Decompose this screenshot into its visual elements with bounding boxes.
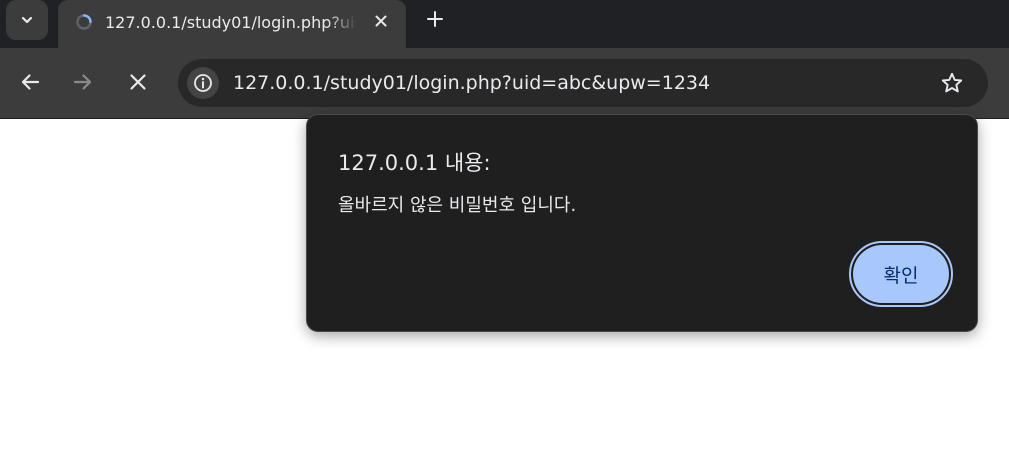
bookmark-button[interactable] bbox=[936, 67, 968, 99]
ok-button-label: 확인 bbox=[853, 245, 949, 303]
dialog-message: 올바르지 않은 비밀번호 입니다. bbox=[338, 195, 577, 216]
tab-close-button[interactable] bbox=[368, 8, 394, 34]
ok-button[interactable]: 확인 bbox=[849, 241, 953, 307]
stop-loading-button[interactable] bbox=[121, 65, 155, 99]
close-icon bbox=[375, 15, 387, 27]
close-icon bbox=[130, 74, 146, 90]
new-tab-button[interactable] bbox=[419, 3, 451, 35]
back-button[interactable] bbox=[13, 65, 47, 99]
dialog-title: 127.0.0.1 내용: bbox=[338, 151, 491, 175]
browser-window: 127.0.0.1/study01/login.php?uid=abc&upw=… bbox=[0, 0, 1009, 458]
chevron-down-icon bbox=[21, 16, 33, 24]
site-info-button[interactable] bbox=[187, 67, 219, 99]
info-icon bbox=[194, 74, 212, 92]
tab-title: 127.0.0.1/study01/login.php?uid=abc&upw=… bbox=[105, 13, 357, 32]
toolbar: 127.0.0.1/study01/login.php?uid=abc&upw=… bbox=[0, 48, 1009, 119]
address-bar[interactable]: 127.0.0.1/study01/login.php?uid=abc&upw=… bbox=[178, 59, 988, 107]
forward-button[interactable] bbox=[66, 65, 100, 99]
tab-active[interactable]: 127.0.0.1/study01/login.php?uid=abc&upw=… bbox=[58, 0, 406, 48]
tab-strip: 127.0.0.1/study01/login.php?uid=abc&upw=… bbox=[0, 0, 1009, 48]
loading-favicon-icon bbox=[76, 14, 92, 30]
plus-icon bbox=[427, 11, 443, 27]
arrow-left-icon bbox=[21, 74, 40, 90]
tab-search-button[interactable] bbox=[6, 0, 48, 40]
arrow-right-icon bbox=[73, 74, 92, 90]
star-icon bbox=[941, 72, 963, 93]
alert-dialog: 127.0.0.1 내용: 올바르지 않은 비밀번호 입니다. 확인 bbox=[306, 114, 978, 332]
url-text[interactable]: 127.0.0.1/study01/login.php?uid=abc&upw=… bbox=[233, 71, 710, 95]
